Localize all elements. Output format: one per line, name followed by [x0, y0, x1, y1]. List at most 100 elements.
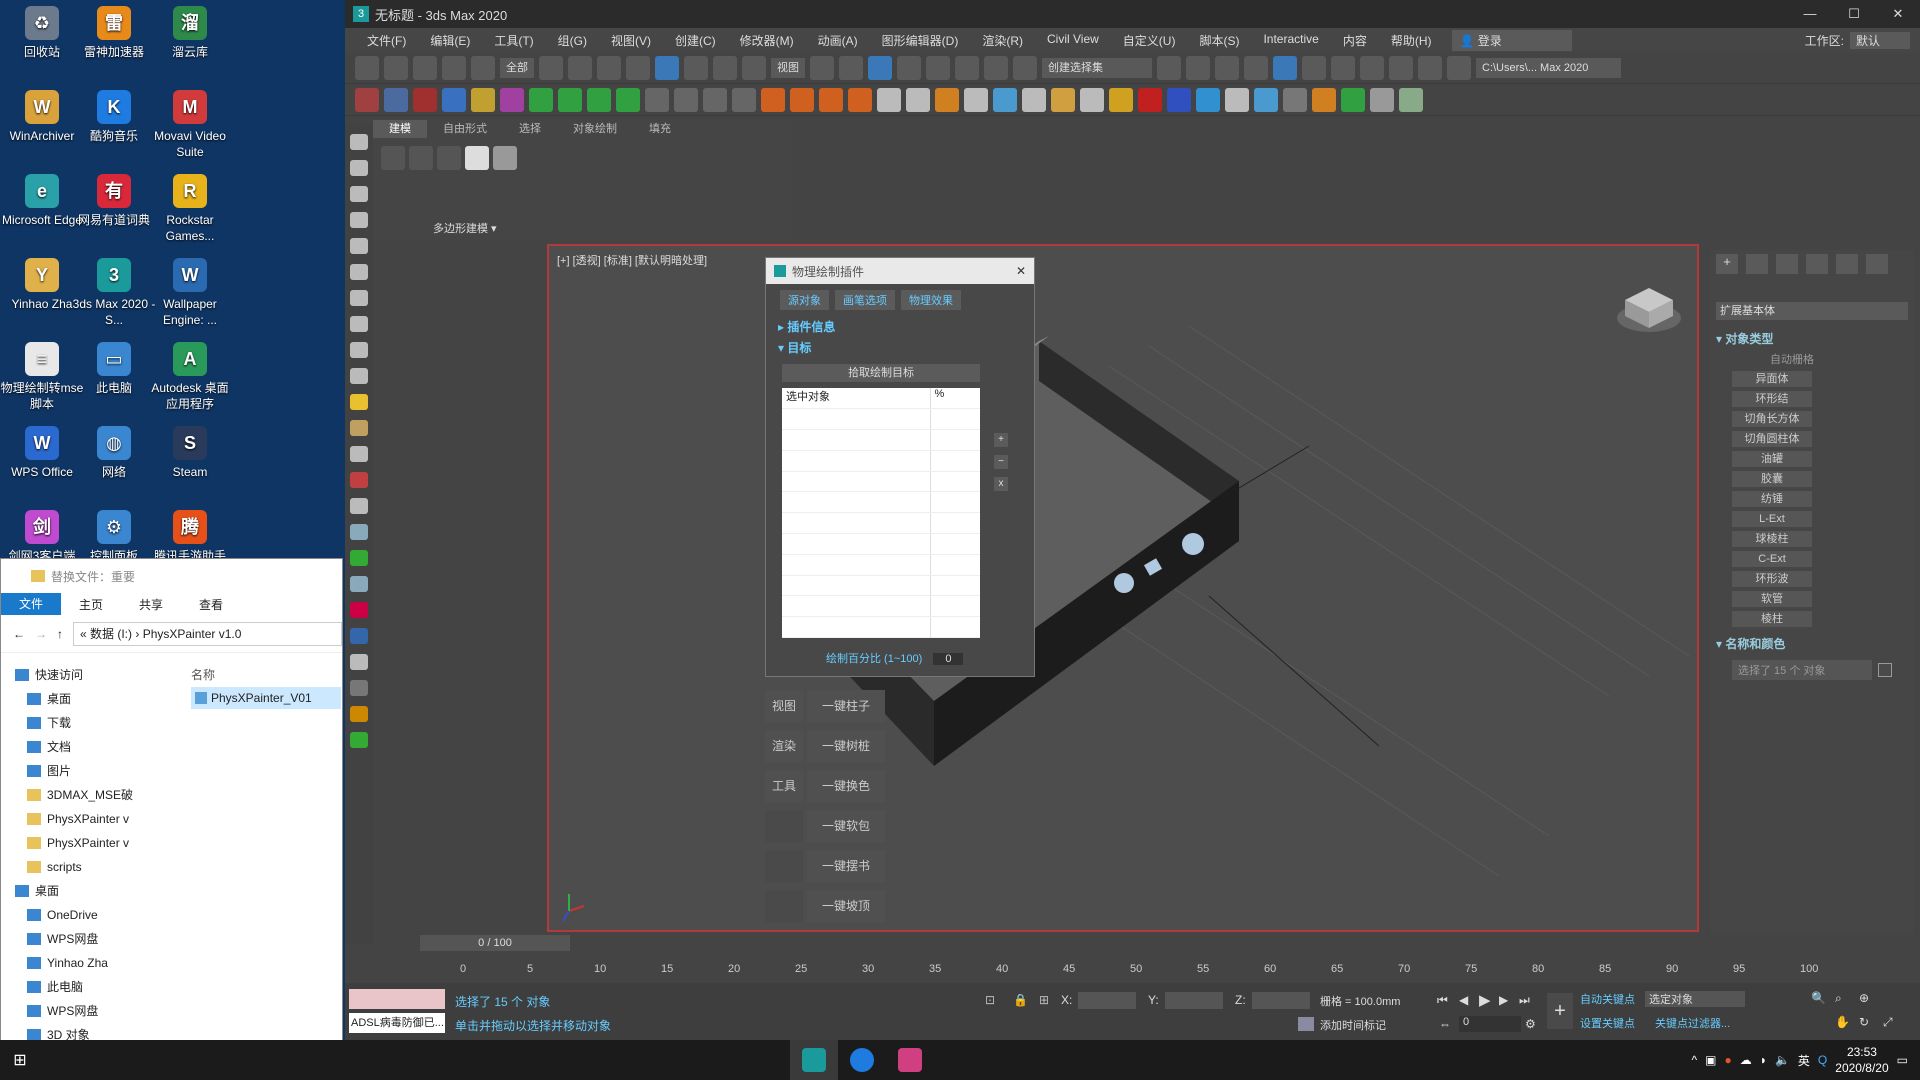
menu-item[interactable]: 视图(V) [599, 32, 663, 49]
desktop-icon[interactable]: A Autodesk 桌面应用程序 [148, 342, 232, 412]
add-target-button[interactable]: + [994, 433, 1008, 447]
element-icon[interactable] [493, 146, 517, 170]
green-star-icon[interactable] [616, 87, 640, 112]
forward-arrow-icon[interactable]: → [35, 627, 47, 641]
pan-icon[interactable]: ✋ [1835, 1015, 1850, 1029]
red-circle-icon[interactable] [1138, 87, 1162, 112]
current-frame-field[interactable]: 0 [1459, 1016, 1521, 1032]
minimize-button[interactable]: — [1788, 6, 1832, 22]
go-to-start-icon[interactable]: ⏮ [1437, 993, 1448, 1008]
fire2-icon[interactable] [790, 87, 814, 112]
cone-icon[interactable] [350, 368, 368, 384]
y-coordinate-field[interactable] [1165, 992, 1223, 1009]
primitive-button[interactable]: 环形波 [1732, 571, 1812, 587]
start-icon[interactable]: ⊞ [0, 1050, 40, 1070]
prev-frame-icon[interactable]: ◀ [1459, 993, 1468, 1007]
address-path[interactable]: « 数据 (I:) › PhysXPainter v1.0 [73, 621, 342, 646]
create-selection-set-dropdown[interactable]: 创建选择集 [1042, 57, 1152, 78]
notification-icon[interactable]: ▭ [1897, 1053, 1908, 1067]
gear-icon[interactable] [350, 524, 368, 540]
render-icon[interactable] [1447, 55, 1471, 80]
nav-item[interactable]: 此电脑 [1, 975, 181, 999]
bucket-icon[interactable] [1022, 87, 1046, 112]
ribbon-tab[interactable]: 对象绘制 [557, 120, 633, 138]
selection-filter-dropdown[interactable]: 全部 [500, 57, 534, 78]
taskbar-kugou-icon[interactable] [838, 1040, 886, 1080]
desktop-icon[interactable]: ▭ 此电脑 [72, 342, 156, 396]
motion-tab-icon[interactable] [1806, 254, 1828, 274]
green-arrow-icon[interactable] [558, 87, 582, 112]
tools-icon[interactable] [1370, 87, 1394, 112]
workspace-dropdown[interactable]: 默认 [1849, 31, 1910, 49]
menu-item[interactable]: 组(G) [546, 32, 599, 49]
go-to-end-icon[interactable]: ⏭ [1519, 993, 1530, 1008]
mirror-icon[interactable] [1157, 55, 1181, 80]
fire3-icon[interactable] [819, 87, 843, 112]
primitive-button[interactable]: 切角圆柱体 [1732, 431, 1812, 447]
desktop-icon[interactable]: R Rockstar Games... [148, 174, 232, 244]
primitive-button[interactable]: L-Ext [1732, 511, 1812, 527]
primitive-button[interactable]: 纺锤 [1732, 491, 1812, 507]
dialog-tab[interactable]: 画笔选项 [835, 290, 895, 310]
key-filter-dropdown[interactable]: 选定对象 [1645, 991, 1745, 1007]
rendered-frame-icon[interactable] [1418, 55, 1442, 80]
wind-icon[interactable] [906, 87, 930, 112]
zoom-all-icon[interactable]: ⌕ [1835, 991, 1842, 1006]
curve-editor-icon[interactable] [1302, 55, 1326, 80]
desktop-icon[interactable]: S Steam [148, 426, 232, 480]
nav-item[interactable]: OneDrive [1, 903, 181, 927]
yellow-ring-icon[interactable] [471, 87, 495, 112]
key-mode-icon[interactable]: ⇔ [1439, 1017, 1451, 1031]
scale-icon[interactable] [713, 55, 737, 80]
select-by-name-icon[interactable] [568, 55, 592, 80]
nav-item[interactable]: PhysXPainter v [1, 831, 181, 855]
maximize-viewport-icon[interactable]: ⤢ [1883, 1015, 1893, 1030]
tray-volume-icon[interactable]: 🔈 [1775, 1053, 1790, 1067]
stop-icon[interactable] [703, 87, 727, 112]
align-icon[interactable] [1186, 55, 1210, 80]
select-move-icon[interactable] [655, 55, 679, 80]
question-icon[interactable] [350, 680, 368, 696]
quick-category-button[interactable]: 渲染 [765, 730, 803, 762]
cloud-tool-icon[interactable] [350, 160, 368, 176]
desktop-icon[interactable]: W Wallpaper Engine: ... [148, 258, 232, 328]
desktop-icon[interactable]: 雷雷神加速器 [72, 6, 156, 60]
desktop-icon[interactable]: 溜溜云库 [148, 6, 232, 60]
desktop-icon[interactable]: 腾腾讯手游助手 [148, 510, 232, 564]
orbit-icon[interactable]: ↻ [1859, 1015, 1869, 1029]
blue-ring-icon[interactable] [442, 87, 466, 112]
hierarchy-tab-icon[interactable] [1776, 254, 1798, 274]
box-icon[interactable] [355, 87, 379, 112]
menu-item[interactable]: 工具(T) [482, 32, 545, 49]
viewport-label[interactable]: [+] [透视] [标准] [默认明暗处理] [557, 252, 707, 268]
lock-icon[interactable]: 🔒 [1013, 993, 1028, 1007]
brush-icon[interactable] [350, 472, 368, 488]
select-manipulate-icon[interactable] [839, 55, 863, 80]
zoom-icon[interactable]: 🔍 [1811, 991, 1826, 1005]
up-arrow-icon[interactable]: ↑ [57, 627, 63, 641]
menu-item[interactable]: 图形编辑器(D) [870, 32, 971, 49]
globe-icon[interactable] [350, 576, 368, 592]
rotate-icon[interactable] [684, 55, 708, 80]
snap-toggle-icon[interactable] [897, 55, 921, 80]
key-filters-button[interactable]: 关键点过滤器... [1655, 1015, 1730, 1031]
flame-icon[interactable] [935, 87, 959, 112]
placement-icon[interactable] [742, 55, 766, 80]
clear-targets-button[interactable]: x [994, 477, 1008, 491]
bucket-tool-icon[interactable] [350, 706, 368, 722]
quick-action-button[interactable]: 一键柱子 [807, 690, 885, 722]
bowl-icon[interactable] [1080, 87, 1104, 112]
sphere-icon[interactable] [384, 87, 408, 112]
isolate-icon[interactable]: ⊡ [985, 993, 995, 1007]
trash-icon[interactable] [732, 87, 756, 112]
camera-icon[interactable] [350, 628, 368, 644]
window-crossing-icon[interactable] [626, 55, 650, 80]
undo-icon[interactable] [355, 55, 379, 80]
lamp-icon[interactable] [350, 212, 368, 228]
menu-item[interactable]: 内容 [1331, 32, 1379, 49]
quick-action-button[interactable]: 一键换色 [807, 770, 885, 802]
section-plugin-info[interactable]: ▸ 插件信息 [766, 316, 1034, 337]
figure-icon[interactable] [350, 498, 368, 514]
tray-chevron-icon[interactable]: ^ [1691, 1053, 1697, 1067]
menu-item[interactable]: 动画(A) [806, 32, 870, 49]
